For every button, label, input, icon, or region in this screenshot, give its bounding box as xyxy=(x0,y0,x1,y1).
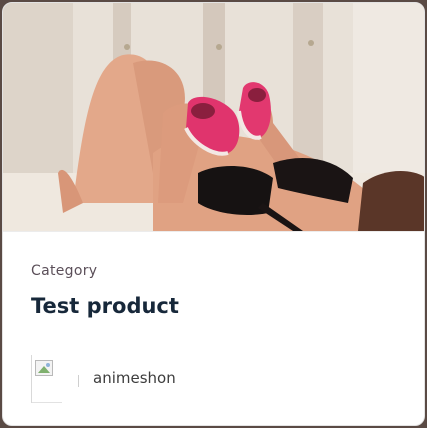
product-category[interactable]: Category xyxy=(31,263,97,279)
product-author[interactable]: animeshon xyxy=(31,355,176,403)
card-divider xyxy=(3,231,424,255)
author-avatar[interactable] xyxy=(31,355,81,403)
product-title[interactable]: Test product xyxy=(31,294,179,318)
product-image xyxy=(3,3,424,231)
product-thumbnail[interactable] xyxy=(3,3,424,231)
product-card[interactable]: Category Test product animeshon xyxy=(2,2,425,426)
avatar-edge-bottom xyxy=(32,402,62,403)
avatar-edge xyxy=(78,375,79,387)
author-name[interactable]: animeshon xyxy=(93,369,176,387)
broken-image-icon xyxy=(35,360,53,376)
